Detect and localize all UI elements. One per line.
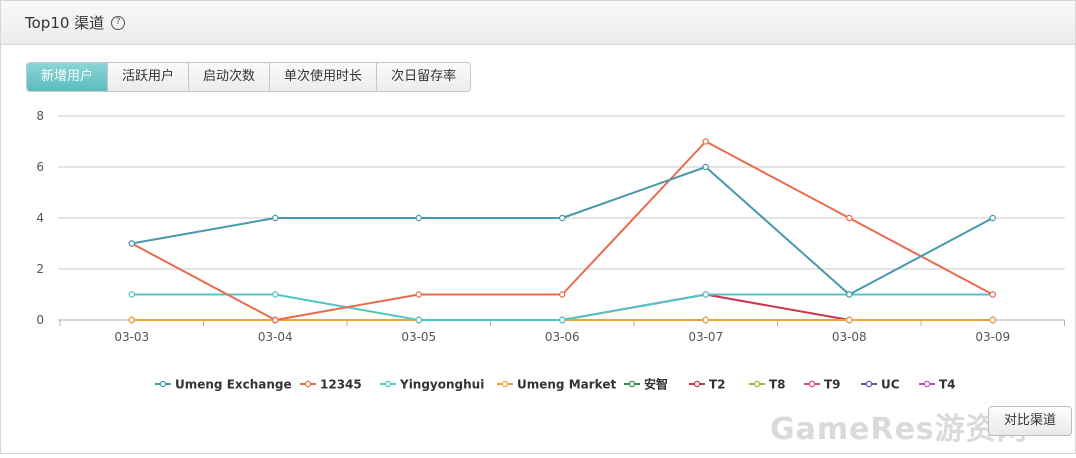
series-line: [131, 293, 993, 321]
legend-label: 12345: [320, 378, 362, 392]
legend-swatch-marker: [304, 380, 312, 388]
y-tick-label: 0: [36, 313, 44, 327]
legend-swatch-marker: [501, 380, 509, 388]
y-tick-label: 4: [36, 211, 44, 225]
data-point: [559, 214, 566, 222]
data-point: [415, 214, 422, 222]
legend-swatch-marker: [923, 380, 931, 388]
data-point: [846, 291, 853, 298]
data-point: [415, 291, 422, 298]
data-point: [702, 163, 709, 171]
legend-label: Yingyonghui: [399, 378, 484, 392]
data-point: [702, 138, 709, 145]
data-point: [989, 214, 996, 222]
x-tick-label: 03-07: [688, 330, 723, 344]
legend-label: T9: [824, 378, 841, 392]
legend-label: T8: [769, 378, 786, 392]
x-tick-label: 03-03: [114, 330, 149, 344]
data-point: [559, 291, 566, 298]
x-tick-label: 03-04: [258, 330, 293, 344]
legend-label: T2: [709, 378, 726, 392]
legend-swatch-marker: [753, 380, 761, 388]
data-point: [559, 316, 566, 324]
data-point: [128, 291, 135, 298]
x-tick-label: 03-08: [832, 330, 867, 344]
data-point: [989, 316, 996, 324]
legend-swatch-marker: [384, 380, 392, 388]
x-tick-label: 03-06: [545, 330, 580, 344]
legend-swatch-marker: [693, 380, 701, 388]
legend-swatch-marker: [159, 380, 167, 388]
x-tick-label: 03-05: [401, 330, 436, 344]
data-point: [989, 291, 996, 298]
data-point: [846, 316, 853, 324]
data-point: [272, 214, 279, 222]
data-point: [702, 316, 709, 324]
data-point: [272, 316, 279, 324]
legend-label: 安智: [644, 377, 668, 392]
legend-swatch-marker: [865, 380, 873, 388]
data-point: [846, 214, 853, 222]
compare-channels-button[interactable]: 对比渠道: [988, 406, 1072, 436]
y-tick-label: 2: [36, 262, 44, 276]
data-point: [702, 291, 709, 298]
series-line: [131, 293, 993, 321]
legend-swatch-marker: [808, 380, 816, 388]
series-line: [131, 166, 994, 296]
legend-label: Umeng Exchange: [175, 378, 292, 392]
legend-swatch-marker: [628, 380, 636, 388]
legend-label: UC: [881, 378, 900, 392]
line-chart: 0 2 4 6 8 03-03 03-04 03-05 03-06 03-07 03-08 03-09…: [36, 109, 1065, 392]
data-point: [272, 291, 279, 298]
y-tick-label: 6: [36, 160, 44, 174]
data-point: [415, 316, 422, 324]
legend-label: Umeng Market: [517, 378, 616, 392]
legend-label: T4: [939, 378, 956, 392]
y-tick-label: 8: [36, 109, 44, 123]
x-tick-label: 03-09: [975, 330, 1010, 344]
data-point: [128, 240, 135, 247]
data-point: [128, 316, 135, 324]
